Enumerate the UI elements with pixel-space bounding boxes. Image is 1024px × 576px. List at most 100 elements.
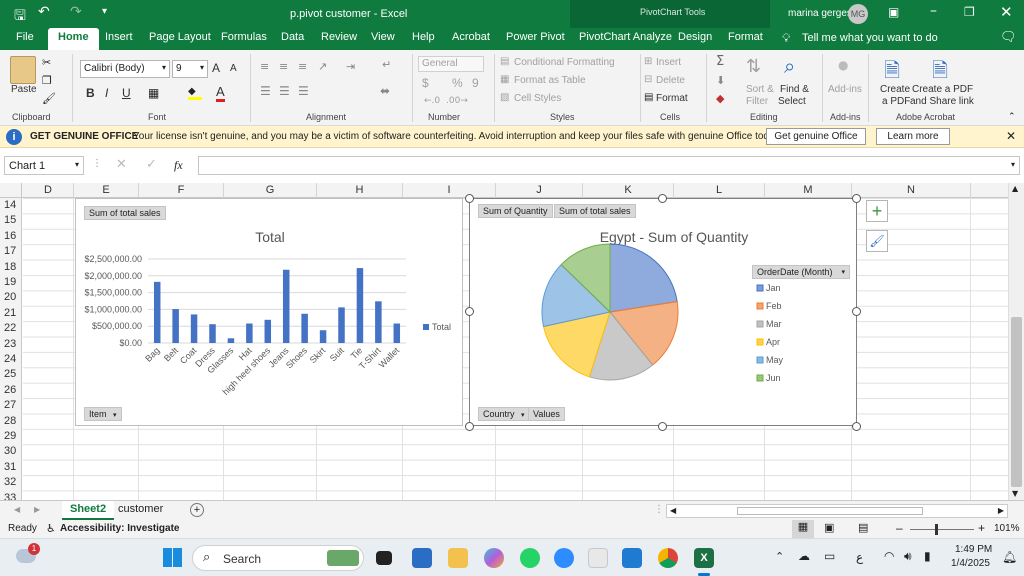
formula-input[interactable]: ▾ xyxy=(198,156,1020,175)
row-header[interactable]: 27 xyxy=(0,399,21,415)
currency-button[interactable]: $ xyxy=(422,76,429,90)
orientation-icon[interactable]: ↗ xyxy=(318,60,327,73)
chart-elements-button[interactable]: + xyxy=(866,200,888,222)
avatar[interactable]: MG xyxy=(848,4,868,24)
scroll-left-icon[interactable]: ◀ xyxy=(670,506,676,515)
row-header[interactable]: 15 xyxy=(0,214,21,230)
align-left-icon[interactable]: ☰ xyxy=(260,84,271,98)
tell-me-search[interactable]: Tell me what you want to do xyxy=(802,32,938,44)
autosum-icon[interactable]: Σ xyxy=(716,54,724,69)
copilot-icon[interactable] xyxy=(484,548,504,568)
tab-format[interactable]: Format xyxy=(728,31,763,43)
ribbon-display-icon[interactable]: ▣ xyxy=(888,5,899,19)
row-header[interactable]: 23 xyxy=(0,338,21,354)
bar[interactable] xyxy=(246,323,253,343)
filter-label[interactable]: Filter xyxy=(746,96,768,107)
share-pdf-line2[interactable]: and Share link xyxy=(910,96,974,107)
column-header-m[interactable]: M xyxy=(765,184,851,196)
scroll-down-icon[interactable]: ▼ xyxy=(1012,489,1018,498)
tab-page-layout[interactable]: Page Layout xyxy=(149,31,211,43)
zoom-in-button[interactable]: + xyxy=(978,521,985,535)
clock-date[interactable]: 1/4/2025 xyxy=(951,558,990,569)
prev-sheet-icon[interactable]: ◀ xyxy=(14,505,20,514)
row-header[interactable]: 14 xyxy=(0,199,21,215)
row-header[interactable]: 31 xyxy=(0,461,21,477)
field-button-country[interactable]: Country ▾ xyxy=(478,407,530,421)
tab-data[interactable]: Data xyxy=(281,31,304,43)
bar[interactable] xyxy=(319,330,327,343)
cell-styles-button[interactable]: Cell Styles xyxy=(514,93,561,104)
conditional-formatting-button[interactable]: Conditional Formatting xyxy=(514,57,615,68)
font-name-dropdown[interactable]: Calibri (Body) ▾ xyxy=(80,60,170,78)
create-pdf-line1[interactable]: Create xyxy=(880,84,910,95)
bar[interactable] xyxy=(282,269,290,343)
bar[interactable] xyxy=(209,324,216,343)
user-name[interactable]: marina gerges xyxy=(788,8,852,19)
decrease-decimal-icon[interactable]: .00→ xyxy=(446,96,468,106)
align-bottom-icon[interactable]: ≡ xyxy=(298,60,307,73)
tab-file[interactable]: File xyxy=(16,31,34,43)
get-genuine-button[interactable]: Get genuine Office xyxy=(766,128,866,145)
scroll-up-icon[interactable]: ▲ xyxy=(1012,184,1018,193)
task-view-icon[interactable] xyxy=(376,551,392,565)
column-header-h[interactable]: H xyxy=(317,184,402,196)
tab-help[interactable]: Help xyxy=(412,31,435,43)
zoom-slider[interactable] xyxy=(910,529,974,530)
row-header[interactable]: 24 xyxy=(0,353,21,369)
sheet-tab-sheet2[interactable]: Sheet2 xyxy=(62,501,115,520)
comma-button[interactable]: 9 xyxy=(472,76,479,90)
bold-button[interactable]: B xyxy=(86,86,95,100)
shrink-font-button[interactable]: A xyxy=(230,63,237,74)
vertical-scrollbar[interactable]: ▲ ▼ xyxy=(1008,183,1024,500)
display-icon[interactable]: ▭ xyxy=(824,549,835,563)
minimize-icon[interactable]: – xyxy=(930,3,937,19)
column-header-e[interactable]: E xyxy=(74,184,138,196)
percent-button[interactable]: % xyxy=(452,76,463,90)
store-icon[interactable] xyxy=(412,548,432,568)
find-select-icon[interactable]: ⌕ xyxy=(784,54,795,78)
whatsapp-icon[interactable] xyxy=(520,548,540,568)
find-select-label[interactable]: Find & xyxy=(780,84,809,95)
onedrive-icon[interactable]: ☁︎ xyxy=(798,549,810,563)
page-break-view-icon[interactable]: ▤ xyxy=(858,521,868,534)
bar[interactable] xyxy=(356,268,364,343)
resize-handle[interactable] xyxy=(852,307,861,316)
bar[interactable] xyxy=(375,301,382,343)
chrome-icon[interactable] xyxy=(658,548,678,568)
add-ins-button[interactable]: Add-ins xyxy=(828,84,862,95)
insert-cells-button[interactable]: Insert xyxy=(656,57,681,68)
column-header-f[interactable]: F xyxy=(139,184,223,196)
resize-handle[interactable] xyxy=(465,307,474,316)
paste-icon[interactable] xyxy=(10,56,36,84)
resize-handle[interactable] xyxy=(852,194,861,203)
excel-icon[interactable]: X xyxy=(694,548,714,568)
share-pdf-line1[interactable]: Create a PDF xyxy=(912,84,973,95)
teams-icon[interactable] xyxy=(588,548,608,568)
align-top-icon[interactable]: ≡ xyxy=(260,60,269,73)
row-header[interactable]: 29 xyxy=(0,430,21,446)
undo-icon[interactable]: ↶ xyxy=(38,4,50,20)
row-header[interactable]: 32 xyxy=(0,476,21,492)
cancel-entry-icon[interactable]: ✕ xyxy=(116,157,127,172)
accessibility-status[interactable]: Accessibility: Investigate xyxy=(60,523,180,534)
row-header[interactable]: 25 xyxy=(0,368,21,384)
resize-handle[interactable] xyxy=(465,194,474,203)
column-header-l[interactable]: L xyxy=(674,184,764,196)
row-header[interactable]: 18 xyxy=(0,261,21,277)
font-size-dropdown[interactable]: 9 ▾ xyxy=(172,60,208,78)
row-header[interactable]: 28 xyxy=(0,415,21,431)
row-header[interactable]: 30 xyxy=(0,445,21,461)
column-header-j[interactable]: J xyxy=(496,184,582,196)
vertical-scroll-thumb[interactable] xyxy=(1011,317,1022,487)
zoom-out-button[interactable]: – xyxy=(896,521,903,535)
bar[interactable] xyxy=(338,307,345,343)
redo-icon[interactable]: ↷ xyxy=(70,4,82,20)
chart-styles-button[interactable]: 🖌︎ xyxy=(866,230,888,252)
row-header[interactable]: 22 xyxy=(0,322,21,338)
tab-insert[interactable]: Insert xyxy=(105,31,133,43)
clear-icon[interactable]: ◆ xyxy=(716,92,724,105)
bar[interactable] xyxy=(393,323,401,343)
align-center-icon[interactable]: ☰ xyxy=(279,84,290,98)
row-header[interactable]: 21 xyxy=(0,307,21,323)
zoom-level[interactable]: 101% xyxy=(994,523,1020,534)
